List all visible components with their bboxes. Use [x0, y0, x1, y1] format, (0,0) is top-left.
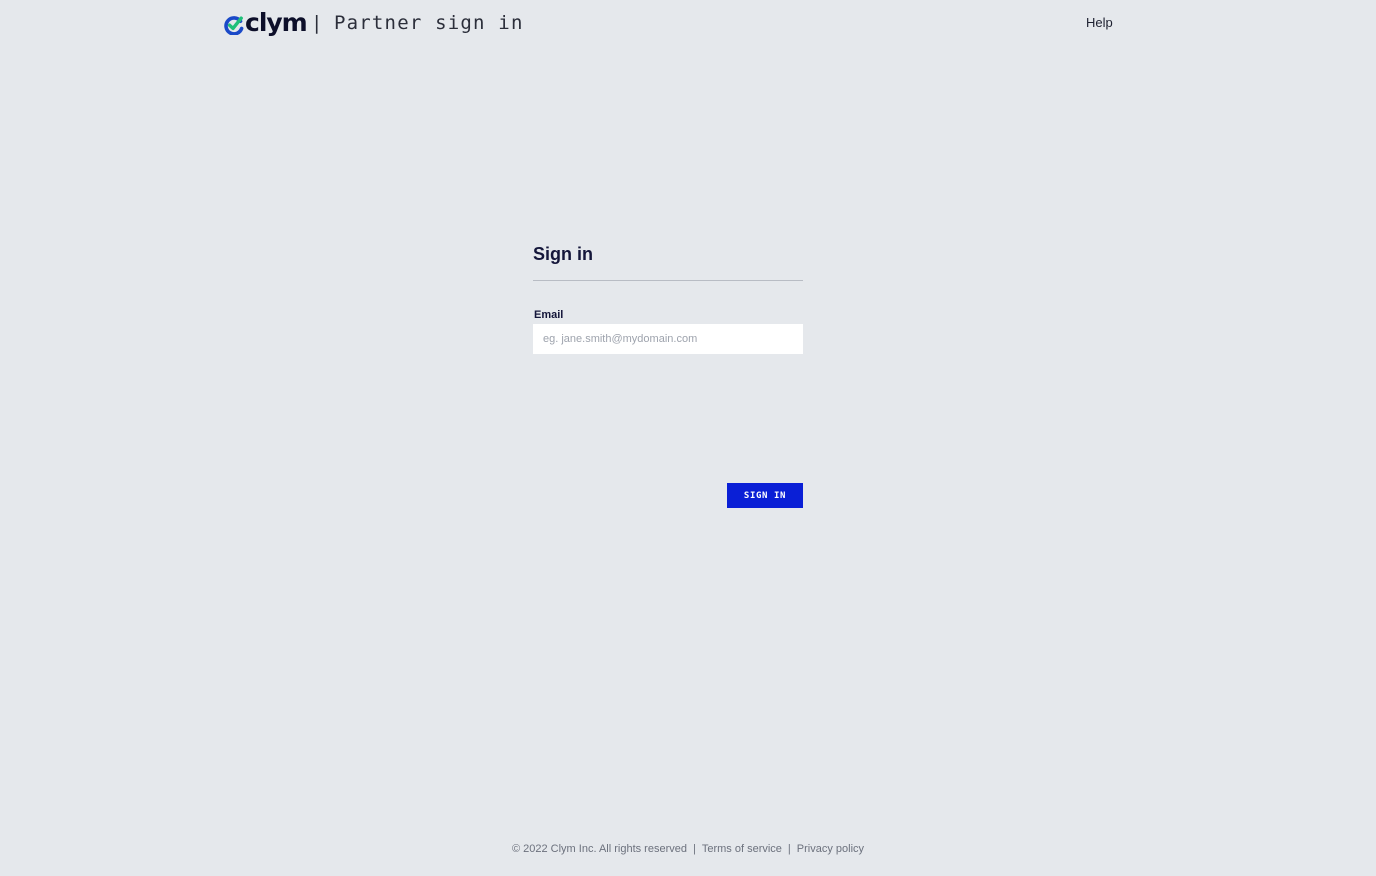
header-separator: |: [311, 12, 323, 34]
logo-text: clym: [245, 8, 308, 37]
footer: © 2022 Clym Inc. All rights reserved | Ter…: [0, 842, 1376, 856]
privacy-policy-link[interactable]: Privacy policy: [797, 843, 864, 855]
form-title: Sign in: [533, 244, 593, 264]
clym-logo[interactable]: clym: [224, 8, 308, 37]
sign-in-button[interactable]: SIGN IN: [727, 483, 803, 508]
email-field[interactable]: [533, 324, 803, 354]
terms-of-service-link[interactable]: Terms of service: [702, 843, 782, 855]
form-divider: [533, 280, 803, 281]
copyright-text: © 2022 Clym Inc. All rights reserved: [511, 843, 687, 855]
sign-in-form: Sign in Email: [533, 242, 803, 354]
footer-separator: |: [692, 843, 696, 855]
help-link[interactable]: Help: [1086, 15, 1113, 31]
top-header: clym | Partner sign in Help: [0, 0, 1376, 46]
email-label: Email: [534, 309, 564, 321]
footer-separator: |: [787, 843, 791, 855]
page-title: Partner sign in: [334, 12, 524, 34]
clym-check-logo-icon: [224, 15, 244, 35]
